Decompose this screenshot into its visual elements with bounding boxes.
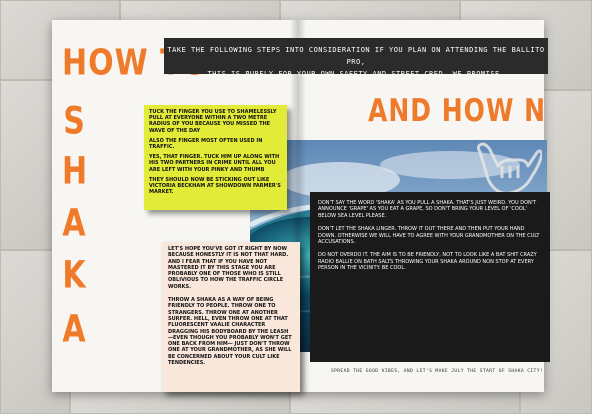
dont-text: DON'T LET THE SHAKA LINGER. THROW IT OUT… bbox=[318, 226, 540, 246]
usage-advice-box: LET'S HOPE YOU'VE GOT IT RIGHT BY NOW BE… bbox=[162, 242, 300, 392]
advice-text: LET'S HOPE YOU'VE GOT IT RIGHT BY NOW BE… bbox=[168, 246, 289, 290]
step-text: TUCK THE FINGER YOU USE TO SHAMELESSLY P… bbox=[149, 109, 277, 134]
vertical-letter: A bbox=[62, 201, 86, 246]
step-text: ALSO THE FINGER MOST OFTEN USED IN TRAFF… bbox=[149, 137, 263, 151]
vertical-letter: H bbox=[62, 149, 88, 194]
advice-text: THROW A SHAKA AS A WAY OF BEING FRIENDLY… bbox=[168, 297, 292, 367]
vertical-letter: S bbox=[63, 99, 85, 144]
step-text: THEY SHOULD NOW BE STICKING OUT LIKE VIC… bbox=[149, 176, 281, 196]
dont-text: DO NOT OVERDO IT. THE AIM IS TO BE FRIEN… bbox=[318, 252, 537, 272]
vertical-letter: A bbox=[62, 307, 86, 352]
heading-and-how-not-to: AND HOW NOT TO bbox=[368, 92, 544, 129]
banner-line-1: TAKE THE FOLLOWING STEPS INTO CONSIDERAT… bbox=[167, 46, 545, 66]
magazine-spread: HOW TO S H A K A AND HOW NOT TO bbox=[52, 20, 550, 392]
how-to-steps-box: TUCK THE FINGER YOU USE TO SHAMELESSLY P… bbox=[144, 105, 287, 210]
vertical-letter: K bbox=[62, 253, 86, 298]
dont-text: DON'T SAY THE WORD 'SHAKA' AS YOU PULL A… bbox=[318, 200, 537, 219]
how-not-to-box: DON'T SAY THE WORD 'SHAKA' AS YOU PULL A… bbox=[310, 192, 550, 362]
footer-tagline: SPREAD THE GOOD VIBES, AND LET'S MAKE JU… bbox=[330, 369, 544, 374]
step-text: YES, THAT FINGER. TUCK HIM UP ALONG WITH… bbox=[149, 154, 280, 173]
intro-banner: TAKE THE FOLLOWING STEPS INTO CONSIDERAT… bbox=[164, 38, 548, 78]
banner-line-2: THIS IS PURELY FOR YOUR OWN SAFETY AND S… bbox=[207, 70, 505, 78]
